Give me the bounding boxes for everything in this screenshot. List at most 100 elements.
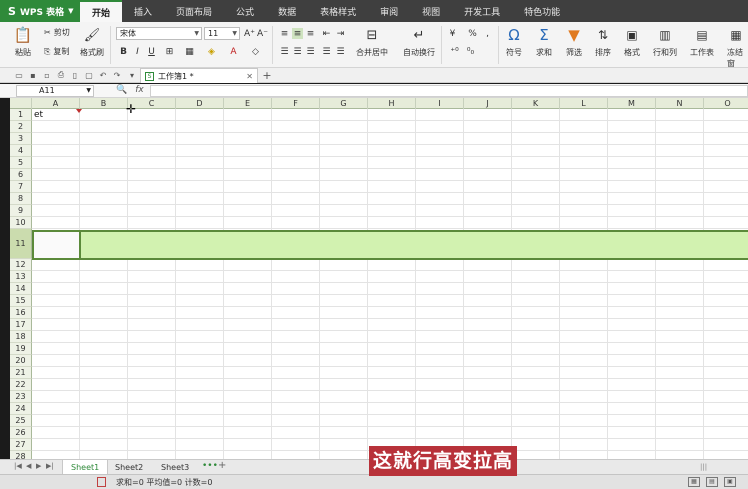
fx-icon[interactable]: fx [135,85,144,95]
column-header-k[interactable]: K [512,98,560,109]
sum-button[interactable]: Σ 求和 [535,26,553,58]
column-header-b[interactable]: B [80,98,128,109]
row-header-23[interactable]: 23 [10,391,32,403]
preview-icon[interactable]: ▢ [84,70,94,80]
clear-format-icon[interactable]: ◇ [250,46,261,57]
border-icon[interactable]: ⊞ [164,46,175,57]
row-header-12[interactable]: 12 [10,259,32,271]
row-header-9[interactable]: 9 [10,205,32,217]
column-header-n[interactable]: N [656,98,704,109]
customize-chevron-icon[interactable]: ▾ [127,70,137,80]
save-icon[interactable]: ▪ [28,70,38,80]
row-header-18[interactable]: 18 [10,331,32,343]
align-right-icon[interactable]: ☰ [305,46,316,57]
align-bottom-icon[interactable]: ≡ [305,28,316,39]
more-sheets-icon[interactable]: ••• [202,461,218,471]
column-header-f[interactable]: F [272,98,320,109]
column-header-a[interactable]: A [32,98,80,109]
tab-insert[interactable]: 插入 [122,0,164,22]
decrease-font-icon[interactable]: A⁻ [257,28,268,39]
sheet-tab-1[interactable]: Sheet1 [62,460,109,475]
row-header-14[interactable]: 14 [10,283,32,295]
redo-icon[interactable]: ↷ [112,70,122,80]
print-icon[interactable]: ⎙ [56,70,66,80]
align-left-icon[interactable]: ☰ [279,46,290,57]
column-header-g[interactable]: G [320,98,368,109]
row-header-26[interactable]: 26 [10,427,32,439]
tab-data[interactable]: 数据 [266,0,308,22]
name-box[interactable]: A11 ▼ [16,85,94,97]
distribute-icon[interactable]: ☰ [335,46,346,57]
sort-button[interactable]: ⇅ 排序 [594,26,612,58]
app-logo[interactable]: S WPS 表格 ▼ [0,0,80,22]
row-header-15[interactable]: 15 [10,295,32,307]
number-format-icon[interactable]: ¥ [447,28,458,39]
prev-sheet-icon[interactable]: ◀ [26,462,31,470]
column-header-e[interactable]: E [224,98,272,109]
zoom-icon[interactable]: 🔍 [116,85,127,95]
sheet-tab-3[interactable]: Sheet3 [153,460,197,475]
row-header-28[interactable]: 28 [10,451,32,459]
copy-button[interactable]: ⎘ 复制 [44,46,69,57]
last-sheet-icon[interactable]: ▶| [46,462,54,470]
print-preview-icon[interactable]: ▯ [70,70,80,80]
normal-view-icon[interactable]: ▦ [688,477,700,487]
select-all-corner[interactable] [10,98,32,109]
tab-review[interactable]: 审阅 [368,0,410,22]
open-folder-icon[interactable]: ▭ [14,70,24,80]
export-icon[interactable]: ▫ [42,70,52,80]
align-middle-icon[interactable]: ≡ [292,28,303,39]
first-sheet-icon[interactable]: |◀ [14,462,22,470]
column-header-j[interactable]: J [464,98,512,109]
tab-home[interactable]: 开始 [80,0,123,22]
worksheet-button[interactable]: ▤ 工作表 [690,26,714,58]
column-header-d[interactable]: D [176,98,224,109]
row-header-25[interactable]: 25 [10,415,32,427]
row-header-4[interactable]: 4 [10,145,32,157]
row-header-19[interactable]: 19 [10,343,32,355]
cut-button[interactable]: ✂ 剪切 [44,27,70,38]
percent-button[interactable]: % [467,28,478,39]
row-header-5[interactable]: 5 [10,157,32,169]
column-header-i[interactable]: I [416,98,464,109]
row-header-22[interactable]: 22 [10,379,32,391]
macro-record-icon[interactable] [97,477,106,487]
merge-center-button[interactable]: ⊟ 合并居中 [356,26,388,58]
indent-decrease-icon[interactable]: ⇤ [321,28,332,39]
add-sheet-icon[interactable]: + [218,460,226,471]
sheet-tab-2[interactable]: Sheet2 [107,460,151,475]
justify-icon[interactable]: ☰ [321,46,332,57]
undo-icon[interactable]: ↶ [98,70,108,80]
bold-button[interactable]: B [118,46,129,57]
tab-page-layout[interactable]: 页面布局 [164,0,224,22]
new-tab-icon[interactable]: + [262,69,272,82]
column-header-l[interactable]: L [560,98,608,109]
row-header-6[interactable]: 6 [10,169,32,181]
active-cell[interactable] [32,230,81,260]
column-header-o[interactable]: O [704,98,748,109]
row-header-20[interactable]: 20 [10,355,32,367]
font-color-icon[interactable]: A [228,46,239,57]
font-name-select[interactable]: 宋体 ▼ [116,27,202,40]
row-header-17[interactable]: 17 [10,319,32,331]
tab-developer[interactable]: 开发工具 [452,0,512,22]
filter-button[interactable]: ▼ 筛选 [565,26,583,58]
font-size-select[interactable]: 11 ▼ [204,27,240,40]
row-header-24[interactable]: 24 [10,403,32,415]
format-painter-button[interactable]: 🖌 格式刷 [80,26,104,58]
row-header-1[interactable]: 1 [10,109,32,121]
underline-button[interactable]: U [146,46,157,57]
tab-special[interactable]: 特色功能 [512,0,572,22]
horizontal-scrollbar[interactable]: ||| [700,463,707,471]
italic-button[interactable]: I [132,46,143,57]
spreadsheet-grid[interactable]: ABCDEFGHIJKLMNO 1 2 3 4 5 6 7 8 9 10 11 12 13 14 15 16 1… [10,98,748,459]
tab-view[interactable]: 视图 [410,0,452,22]
row-header-27[interactable]: 27 [10,439,32,451]
paste-button[interactable]: 📋 粘贴 [14,26,33,58]
next-sheet-icon[interactable]: ▶ [36,462,41,470]
increase-decimal-icon[interactable]: ⁺⁰ [449,46,460,57]
align-center-icon[interactable]: ☰ [292,46,303,57]
freeze-button[interactable]: ▦ 冻结窗 [727,26,748,69]
rows-cols-button[interactable]: ▥ 行和列 [653,26,677,58]
increase-font-icon[interactable]: A⁺ [244,28,255,39]
